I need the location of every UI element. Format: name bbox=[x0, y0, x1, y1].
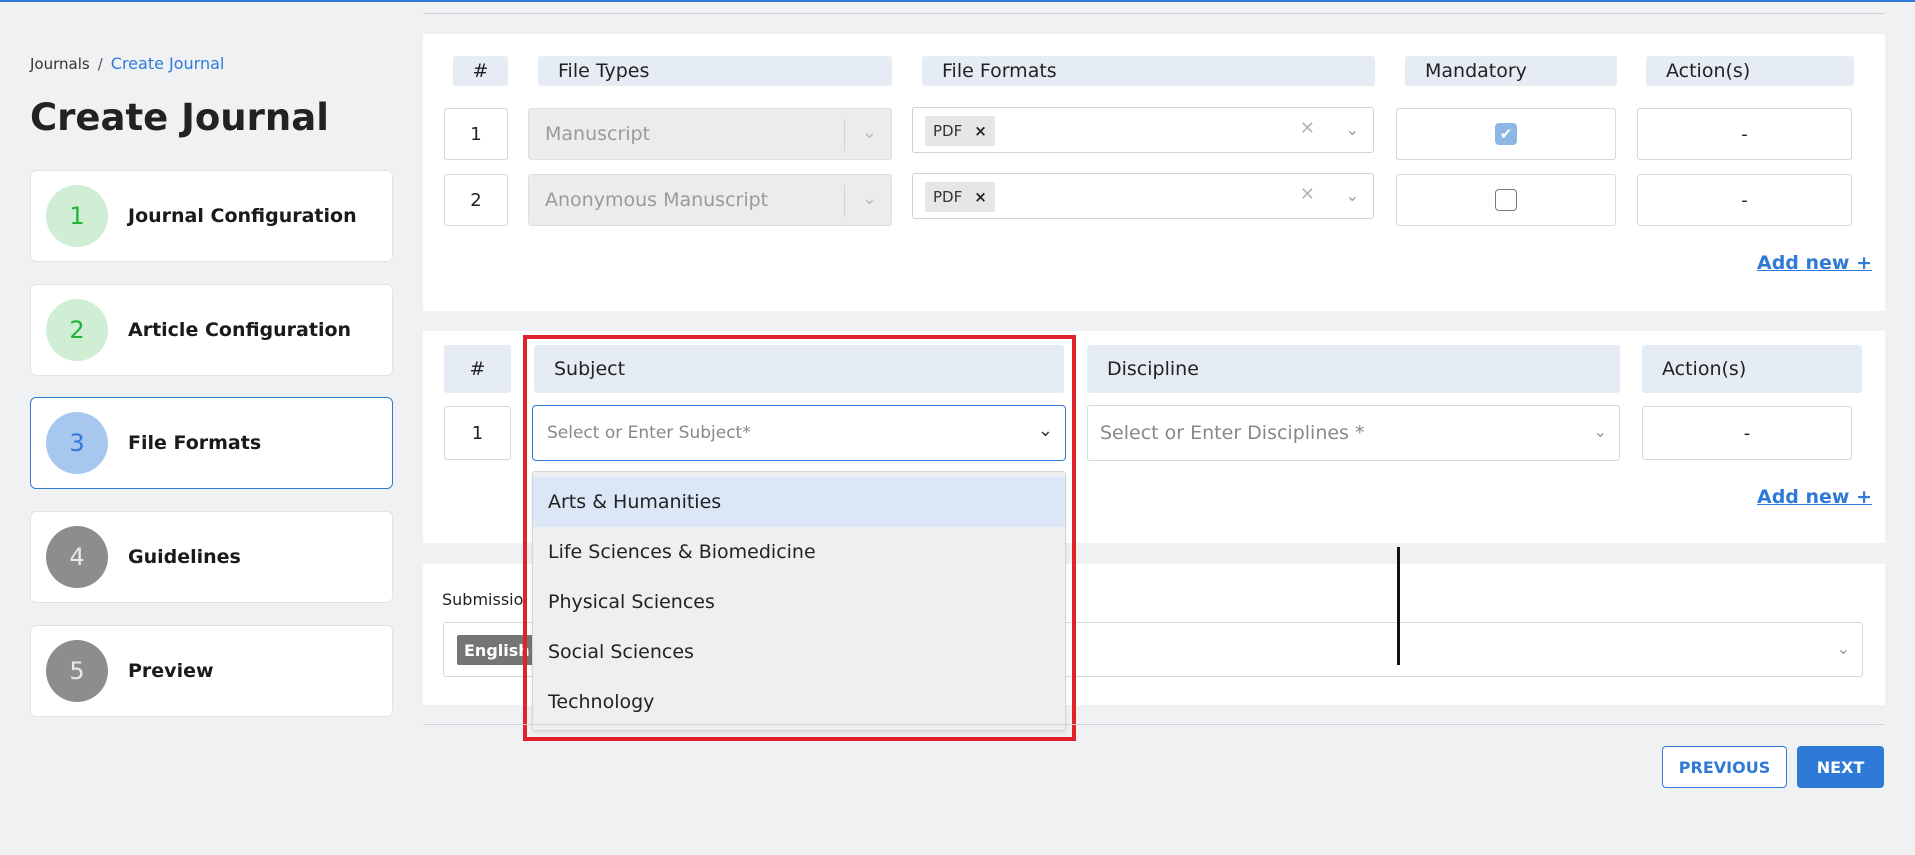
next-button[interactable]: NEXT bbox=[1797, 746, 1884, 788]
step-number: 3 bbox=[46, 412, 108, 474]
add-new-file-format-link[interactable]: Add new + bbox=[1757, 252, 1872, 274]
col-header-actions: Action(s) bbox=[1646, 56, 1854, 86]
chevron-down-icon[interactable]: ⌄ bbox=[1837, 639, 1850, 658]
col-header-mandatory: Mandatory bbox=[1405, 56, 1617, 86]
mandatory-cell bbox=[1396, 174, 1616, 226]
add-new-subject-link[interactable]: Add new + bbox=[1757, 486, 1872, 508]
chevron-down-icon[interactable]: ⌄ bbox=[1346, 120, 1359, 139]
subject-option[interactable]: Arts & Humanities bbox=[533, 477, 1065, 527]
file-type-select: Anonymous Manuscript ⌄ bbox=[528, 174, 892, 226]
step-number: 4 bbox=[46, 526, 108, 588]
file-type-select: Manuscript ⌄ bbox=[528, 108, 892, 160]
subject-option[interactable]: Social Sciences bbox=[533, 627, 1065, 677]
step-label: Guidelines bbox=[128, 546, 241, 568]
select-separator bbox=[844, 119, 845, 151]
clear-icon[interactable]: ✕ bbox=[1300, 184, 1315, 205]
format-chip: PDF × bbox=[925, 182, 995, 212]
row-number: 1 bbox=[444, 406, 511, 460]
step-number: 1 bbox=[46, 185, 108, 247]
format-chip-label: PDF bbox=[933, 188, 963, 206]
file-format-multiselect[interactable]: PDF × ✕ ⌄ bbox=[912, 173, 1374, 219]
row-number: 2 bbox=[444, 174, 508, 226]
step-number: 5 bbox=[46, 640, 108, 702]
subject-dropdown-menu: Arts & Humanities Life Sciences & Biomed… bbox=[532, 471, 1066, 731]
row-number: 1 bbox=[444, 108, 508, 160]
step-label: Preview bbox=[128, 660, 214, 682]
mandatory-cell: ✔ bbox=[1396, 108, 1616, 160]
chevron-down-icon[interactable]: ⌄ bbox=[1594, 422, 1607, 441]
chevron-down-icon: ⌄ bbox=[861, 122, 877, 143]
file-type-value: Manuscript bbox=[545, 123, 651, 145]
chevron-down-icon: ⌄ bbox=[861, 188, 877, 209]
col-header-num: # bbox=[444, 345, 511, 393]
discipline-select[interactable]: Select or Enter Disciplines * ⌄ bbox=[1087, 405, 1620, 461]
file-format-multiselect[interactable]: PDF × ✕ ⌄ bbox=[912, 107, 1374, 153]
step-preview[interactable]: 5 Preview bbox=[30, 625, 393, 717]
top-accent-line bbox=[0, 0, 1915, 2]
step-number: 2 bbox=[46, 299, 108, 361]
col-header-actions: Action(s) bbox=[1642, 345, 1862, 393]
select-separator bbox=[844, 185, 845, 217]
subject-option[interactable]: Technology bbox=[533, 677, 1065, 727]
step-article-configuration[interactable]: 2 Article Configuration bbox=[30, 284, 393, 376]
step-file-formats[interactable]: 3 File Formats bbox=[30, 397, 393, 489]
chevron-down-icon[interactable]: ⌄ bbox=[1038, 420, 1053, 441]
action-cell: - bbox=[1637, 174, 1852, 226]
breadcrumb: Journals / Create Journal bbox=[30, 54, 224, 73]
language-chip: English bbox=[457, 635, 537, 665]
mandatory-checkbox[interactable] bbox=[1495, 189, 1517, 211]
subject-select[interactable]: Select or Enter Subject* ⌄ bbox=[532, 405, 1066, 461]
remove-chip-icon[interactable]: × bbox=[974, 188, 987, 206]
breadcrumb-current[interactable]: Create Journal bbox=[111, 54, 225, 73]
step-label: Journal Configuration bbox=[128, 205, 357, 227]
subject-option[interactable]: Life Sciences & Biomedicine bbox=[533, 527, 1065, 577]
step-label: File Formats bbox=[128, 432, 262, 454]
file-type-value: Anonymous Manuscript bbox=[545, 189, 769, 211]
col-header-file-types: File Types bbox=[538, 56, 892, 86]
action-cell: - bbox=[1642, 406, 1852, 460]
remove-chip-icon[interactable]: × bbox=[974, 122, 987, 140]
discipline-placeholder: Select or Enter Disciplines * bbox=[1100, 422, 1365, 444]
submission-label: Submissio bbox=[442, 590, 524, 609]
col-header-discipline: Discipline bbox=[1087, 345, 1620, 393]
clear-icon[interactable]: ✕ bbox=[1300, 118, 1315, 139]
col-header-num: # bbox=[453, 56, 508, 86]
top-divider bbox=[423, 13, 1885, 14]
subject-option[interactable]: Physical Sciences bbox=[533, 577, 1065, 627]
chevron-down-icon[interactable]: ⌄ bbox=[1346, 186, 1359, 205]
action-cell: - bbox=[1637, 108, 1852, 160]
format-chip-label: PDF bbox=[933, 122, 963, 140]
step-label: Article Configuration bbox=[128, 319, 352, 341]
text-cursor bbox=[1397, 547, 1400, 665]
col-header-file-formats: File Formats bbox=[922, 56, 1375, 86]
page-title: Create Journal bbox=[30, 96, 329, 139]
step-journal-configuration[interactable]: 1 Journal Configuration bbox=[30, 170, 393, 262]
mandatory-checkbox[interactable]: ✔ bbox=[1495, 123, 1517, 145]
breadcrumb-separator: / bbox=[97, 55, 103, 73]
subject-placeholder: Select or Enter Subject* bbox=[547, 423, 751, 443]
previous-button[interactable]: PREVIOUS bbox=[1662, 746, 1787, 788]
bottom-divider bbox=[423, 724, 1885, 725]
breadcrumb-root[interactable]: Journals bbox=[30, 55, 90, 73]
format-chip: PDF × bbox=[925, 116, 995, 146]
step-guidelines[interactable]: 4 Guidelines bbox=[30, 511, 393, 603]
col-header-subject: Subject bbox=[534, 345, 1064, 393]
